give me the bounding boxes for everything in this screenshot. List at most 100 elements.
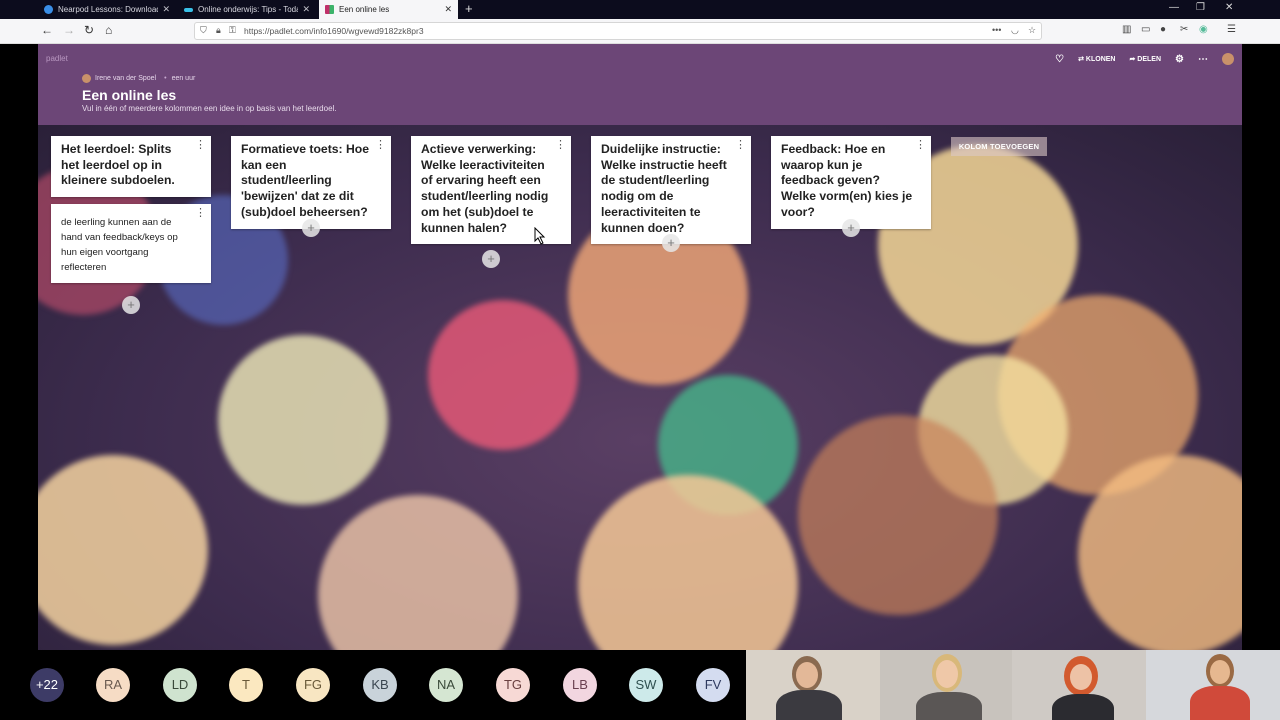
extension-icon[interactable]: ◉ bbox=[1199, 24, 1208, 35]
browser-tab-active[interactable]: Een online les ✕ bbox=[319, 0, 458, 19]
participant-video[interactable] bbox=[746, 650, 880, 720]
participant-face bbox=[1070, 664, 1092, 690]
clone-button[interactable]: ⇄ KLONEN bbox=[1078, 55, 1115, 63]
column-1: Het leerdoel: Splits het leerdoel op in … bbox=[51, 136, 211, 290]
add-post-button[interactable]: + bbox=[122, 296, 140, 314]
heart-icon[interactable]: ♡ bbox=[1055, 54, 1064, 65]
column-menu-icon[interactable]: ⋮ bbox=[195, 140, 206, 151]
participant-initials: FV bbox=[704, 677, 722, 692]
column-menu-icon[interactable]: ⋮ bbox=[735, 140, 746, 151]
column-heading-card[interactable]: Duidelijke instructie: Welke instructie … bbox=[591, 136, 751, 245]
bokeh-light bbox=[218, 335, 388, 505]
post-card[interactable]: de leerling kunnen aan de hand van feedb… bbox=[51, 204, 211, 284]
settings-gear-icon[interactable]: ⚙ bbox=[1175, 54, 1184, 65]
participant-bubble[interactable]: FV bbox=[696, 668, 730, 702]
url-bar[interactable]: ⛉ 🔒︎ ⚿ https://padlet.com/info1690/wgvew… bbox=[194, 22, 1042, 40]
author-name: Irene van der Spoel bbox=[95, 75, 157, 82]
participant-bubble[interactable]: FG bbox=[296, 668, 330, 702]
add-post-button[interactable]: + bbox=[482, 250, 500, 268]
participant-initials: NA bbox=[436, 677, 456, 692]
permissions-icon[interactable]: ⚿ bbox=[229, 25, 236, 36]
share-label: DELEN bbox=[1137, 56, 1162, 63]
close-tab-icon[interactable]: ✕ bbox=[444, 4, 452, 15]
board-description: Vul in één of meerdere kolommen een idee… bbox=[82, 104, 337, 113]
post-text: de leerling kunnen aan de hand van feedb… bbox=[61, 217, 178, 274]
more-options-icon[interactable]: ⋯ bbox=[1198, 54, 1208, 65]
column-menu-icon[interactable]: ⋮ bbox=[375, 140, 386, 151]
tab-title: Een online les bbox=[339, 5, 390, 14]
pocket-icon[interactable]: ◡ bbox=[1011, 25, 1019, 36]
bookmark-star-icon[interactable]: ☆ bbox=[1028, 25, 1036, 36]
participant-video[interactable] bbox=[1012, 650, 1146, 720]
author-avatar bbox=[82, 74, 91, 83]
post-menu-icon[interactable]: ⋮ bbox=[195, 208, 206, 219]
author-line: Irene van der Spoel • een uur bbox=[82, 74, 195, 83]
column-heading-card[interactable]: Formatieve toets: Hoe kan een student/le… bbox=[231, 136, 391, 229]
participant-video[interactable] bbox=[1146, 650, 1280, 720]
add-post-button[interactable]: + bbox=[662, 234, 680, 252]
close-tab-icon[interactable]: ✕ bbox=[302, 4, 310, 15]
padlet-header: padlet Irene van der Spoel • een uur Een… bbox=[38, 44, 1242, 125]
add-post-button[interactable]: + bbox=[842, 219, 860, 237]
column-3: Actieve verwerking: Welke leeractiviteit… bbox=[411, 136, 571, 251]
column-heading-card[interactable]: Feedback: Hoe en waarop kun je feedback … bbox=[771, 136, 931, 229]
participant-bubble[interactable]: LB bbox=[563, 668, 597, 702]
lock-icon[interactable]: 🔒︎ bbox=[216, 25, 221, 36]
page-actions-icon[interactable]: ••• bbox=[992, 25, 1001, 35]
participant-bubble[interactable]: T bbox=[229, 668, 263, 702]
tab-title: Online onderwijs: Tips - Today bbox=[198, 5, 299, 14]
bokeh-light bbox=[798, 415, 998, 615]
bokeh-light bbox=[318, 495, 518, 650]
clone-icon: ⇄ bbox=[1078, 56, 1086, 63]
participant-body bbox=[776, 690, 842, 720]
column-heading-card[interactable]: Actieve verwerking: Welke leeractiviteit… bbox=[411, 136, 571, 245]
participant-bubble[interactable]: TG bbox=[496, 668, 530, 702]
participant-initials: T bbox=[242, 677, 250, 692]
participant-bubble[interactable]: RA bbox=[96, 668, 130, 702]
today-favicon-icon bbox=[184, 7, 193, 12]
participant-video[interactable] bbox=[880, 650, 1012, 720]
browser-tab[interactable]: Online onderwijs: Tips - Today ✕ bbox=[178, 0, 316, 19]
column-heading-card[interactable]: Het leerdoel: Splits het leerdoel op in … bbox=[51, 136, 211, 198]
menu-icon[interactable]: ☰ bbox=[1227, 24, 1236, 35]
participant-bubble[interactable]: LD bbox=[163, 668, 197, 702]
participant-bubble[interactable]: NA bbox=[429, 668, 463, 702]
reload-icon[interactable]: ↻ bbox=[84, 23, 94, 37]
account-icon[interactable]: ● bbox=[1160, 24, 1166, 35]
shield-icon[interactable]: ⛉ bbox=[200, 25, 207, 36]
screenshot-icon[interactable]: ✂ bbox=[1180, 24, 1188, 35]
participant-initials: RA bbox=[103, 677, 123, 692]
home-icon[interactable]: ⌂ bbox=[105, 23, 112, 37]
forward-icon[interactable]: → bbox=[63, 23, 75, 37]
url-text: https://padlet.com/info1690/wgvewd9182zk… bbox=[244, 26, 424, 36]
separator-dot: • bbox=[164, 75, 167, 82]
new-tab-icon[interactable]: + bbox=[465, 1, 473, 16]
board-title: Een online les bbox=[82, 87, 177, 103]
participant-face bbox=[936, 660, 958, 688]
back-icon[interactable]: ← bbox=[41, 23, 53, 37]
column-menu-icon[interactable]: ⋮ bbox=[915, 140, 926, 151]
minimize-icon[interactable]: — bbox=[1169, 2, 1179, 13]
header-actions: ♡ ⇄ KLONEN ➦ DELEN ⚙ ⋯ bbox=[1055, 53, 1234, 65]
participant-body bbox=[1190, 686, 1250, 720]
right-letterbox bbox=[1242, 44, 1280, 650]
meeting-participants-strip: +22 RA LD T FG KB NA TG LB SW FV bbox=[0, 650, 746, 720]
browser-tab[interactable]: Nearpod Lessons: Download e ✕ bbox=[38, 0, 176, 19]
library-icon[interactable]: ▥ bbox=[1122, 24, 1131, 35]
user-avatar[interactable] bbox=[1222, 53, 1234, 65]
share-button[interactable]: ➦ DELEN bbox=[1129, 55, 1161, 63]
maximize-icon[interactable]: ❐ bbox=[1196, 2, 1205, 13]
add-column-button[interactable]: KOLOM TOEVOEGEN bbox=[951, 137, 1047, 156]
add-post-button[interactable]: + bbox=[302, 219, 320, 237]
padlet-logo[interactable]: padlet bbox=[46, 54, 68, 63]
column-menu-icon[interactable]: ⋮ bbox=[555, 140, 566, 151]
nearpod-favicon-icon bbox=[44, 5, 53, 14]
column-heading: Formatieve toets: Hoe kan een student/le… bbox=[241, 142, 369, 219]
participant-bubble[interactable]: SW bbox=[629, 668, 663, 702]
close-window-icon[interactable]: ✕ bbox=[1225, 2, 1233, 13]
bokeh-light bbox=[38, 455, 208, 645]
sidebar-toggle-icon[interactable]: ▭ bbox=[1141, 24, 1150, 35]
participant-bubble[interactable]: KB bbox=[363, 668, 397, 702]
participant-bubble[interactable]: +22 bbox=[30, 668, 64, 702]
close-tab-icon[interactable]: ✕ bbox=[162, 4, 170, 15]
